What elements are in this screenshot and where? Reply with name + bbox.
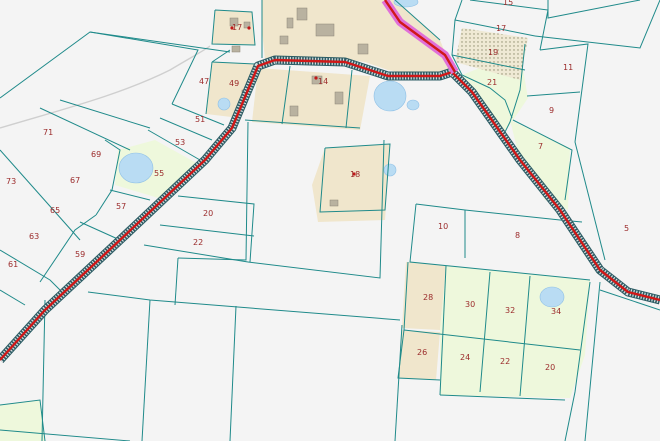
cadastral-map[interactable]: 15 17 19 11 21 9 7 5 47 49 14 71 69 51 5… bbox=[0, 0, 660, 441]
plot-label-19[interactable]: 19 bbox=[488, 48, 498, 57]
pond-plot-34 bbox=[539, 286, 565, 308]
plot-label-18[interactable]: 18 bbox=[350, 170, 360, 179]
plot-label-22-east[interactable]: 22 bbox=[500, 357, 510, 366]
plot-label-20[interactable]: 20 bbox=[203, 209, 213, 218]
plot-label-71[interactable]: 71 bbox=[43, 128, 53, 137]
building bbox=[334, 91, 344, 105]
meadow-east-fields bbox=[440, 266, 590, 398]
plot-label-55[interactable]: 55 bbox=[154, 169, 164, 178]
plot-label-17-village[interactable]: 17 bbox=[232, 23, 242, 32]
plot-label-65[interactable]: 65 bbox=[50, 206, 60, 215]
plot-label-51[interactable]: 51 bbox=[195, 115, 205, 124]
plot-label-32[interactable]: 32 bbox=[505, 306, 515, 315]
plot-label-34[interactable]: 34 bbox=[551, 307, 561, 316]
plot-label-8[interactable]: 8 bbox=[515, 231, 520, 240]
village-south-area bbox=[252, 68, 370, 130]
building bbox=[231, 45, 241, 53]
plot-label-9[interactable]: 9 bbox=[549, 106, 554, 115]
pond-village bbox=[373, 80, 407, 112]
pond-plot-55 bbox=[118, 152, 154, 184]
building bbox=[329, 199, 339, 207]
plot-label-24[interactable]: 24 bbox=[460, 353, 470, 362]
plot-label-26[interactable]: 26 bbox=[417, 348, 427, 357]
plot-label-47[interactable]: 47 bbox=[199, 77, 209, 86]
plot-label-11[interactable]: 11 bbox=[563, 63, 573, 72]
building bbox=[286, 17, 294, 29]
plot-label-5[interactable]: 5 bbox=[624, 224, 629, 233]
plot-label-10[interactable]: 10 bbox=[438, 222, 448, 231]
plot-label-14[interactable]: 14 bbox=[318, 77, 328, 86]
pond-plot-49 bbox=[217, 97, 231, 111]
plot-label-73[interactable]: 73 bbox=[6, 177, 16, 186]
building bbox=[279, 35, 289, 45]
plot-label-15[interactable]: 15 bbox=[503, 0, 513, 7]
building bbox=[296, 7, 308, 21]
plot-label-49[interactable]: 49 bbox=[229, 79, 239, 88]
plot-label-67[interactable]: 67 bbox=[70, 176, 80, 185]
plot-label-30[interactable]: 30 bbox=[465, 300, 475, 309]
plot-label-21[interactable]: 21 bbox=[487, 78, 497, 87]
plot-label-22[interactable]: 22 bbox=[193, 238, 203, 247]
pond-plot-18 bbox=[383, 163, 397, 177]
plot-label-53[interactable]: 53 bbox=[175, 138, 185, 147]
building bbox=[289, 105, 299, 117]
plot-label-7[interactable]: 7 bbox=[538, 142, 543, 151]
pond-small-village bbox=[406, 99, 420, 111]
plot-label-59[interactable]: 59 bbox=[75, 250, 85, 259]
building bbox=[315, 23, 335, 37]
plot-label-63[interactable]: 63 bbox=[29, 232, 39, 241]
plot-label-61[interactable]: 61 bbox=[8, 260, 18, 269]
plot-label-69[interactable]: 69 bbox=[91, 150, 101, 159]
plot-label-28[interactable]: 28 bbox=[423, 293, 433, 302]
plot-label-20-east[interactable]: 20 bbox=[545, 363, 555, 372]
plot-label-17[interactable]: 17 bbox=[496, 24, 506, 33]
meadow-bottom-left bbox=[0, 400, 45, 441]
plot-label-57[interactable]: 57 bbox=[116, 202, 126, 211]
building bbox=[357, 43, 369, 55]
map-canvas[interactable]: 15 17 19 11 21 9 7 5 47 49 14 71 69 51 5… bbox=[0, 0, 660, 441]
marker-dot bbox=[247, 26, 251, 30]
